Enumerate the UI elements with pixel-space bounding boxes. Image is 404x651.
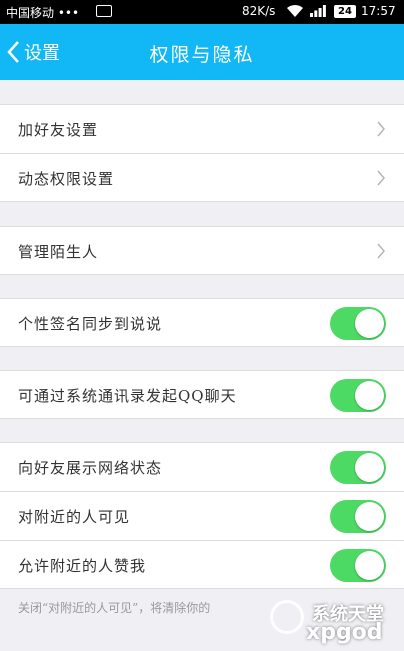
toggle-knob	[355, 453, 384, 482]
carrier-label: 中国移动 •••	[6, 6, 80, 20]
toggle-knob	[355, 381, 384, 410]
chevron-right-icon	[377, 243, 385, 259]
page-title: 权限与隐私	[149, 44, 255, 66]
nav-bar: 设置 权限与隐私	[0, 24, 404, 80]
row-label: 可通过系统通讯录发起QQ聊天	[18, 387, 237, 405]
network-speed: 82K/s	[242, 4, 276, 18]
settings-row-manage-strangers[interactable]: 管理陌生人	[0, 226, 404, 275]
row-label: 允许附近的人赞我	[18, 557, 147, 575]
network-status-toggle[interactable]	[330, 451, 386, 484]
settings-row-contacts-chat: 可通过系统通讯录发起QQ聊天	[0, 370, 404, 419]
toggle-knob	[355, 309, 384, 338]
toggle-knob	[355, 551, 384, 580]
footer-note: 关闭“对附近的人可见”，将清除你的	[18, 601, 211, 615]
watermark-logo: 系统天堂 xpgod	[264, 596, 404, 651]
battery-icon: 24	[334, 5, 356, 18]
status-bar: 中国移动 ••• 82K/s 24 17:57	[0, 0, 404, 24]
signature-sync-toggle[interactable]	[330, 307, 386, 340]
row-label: 向好友展示网络状态	[18, 459, 163, 477]
clock: 17:57	[361, 4, 396, 18]
row-label: 个性签名同步到说说	[18, 315, 163, 333]
visible-nearby-toggle[interactable]	[330, 500, 386, 533]
screen: 中国移动 ••• 82K/s 24 17:57 设置 权限与隐私 加好友设置 动…	[0, 0, 404, 651]
settings-row-network-status: 向好友展示网络状态	[0, 442, 404, 491]
chevron-right-icon	[377, 121, 385, 137]
row-label: 管理陌生人	[18, 243, 99, 261]
watermark-latin-text: xpgod	[306, 620, 383, 645]
signal-icon	[310, 5, 326, 17]
watermark-circle-icon	[270, 600, 304, 634]
settings-row-signature-sync: 个性签名同步到说说	[0, 298, 404, 347]
toggle-knob	[355, 502, 384, 531]
settings-row-add-friend[interactable]: 加好友设置	[0, 104, 404, 153]
nearby-likes-toggle[interactable]	[330, 549, 386, 582]
wifi-icon	[287, 4, 303, 17]
row-label: 对附近的人可见	[18, 508, 131, 526]
chevron-right-icon	[377, 170, 385, 186]
row-label: 加好友设置	[18, 121, 99, 139]
settings-row-visible-nearby: 对附近的人可见	[0, 491, 404, 540]
contacts-chat-toggle[interactable]	[330, 379, 386, 412]
image-notification-icon	[96, 5, 112, 17]
settings-row-nearby-likes: 允许附近的人赞我	[0, 540, 404, 589]
settings-row-feed-permissions[interactable]: 动态权限设置	[0, 153, 404, 202]
row-label: 动态权限设置	[18, 170, 115, 188]
